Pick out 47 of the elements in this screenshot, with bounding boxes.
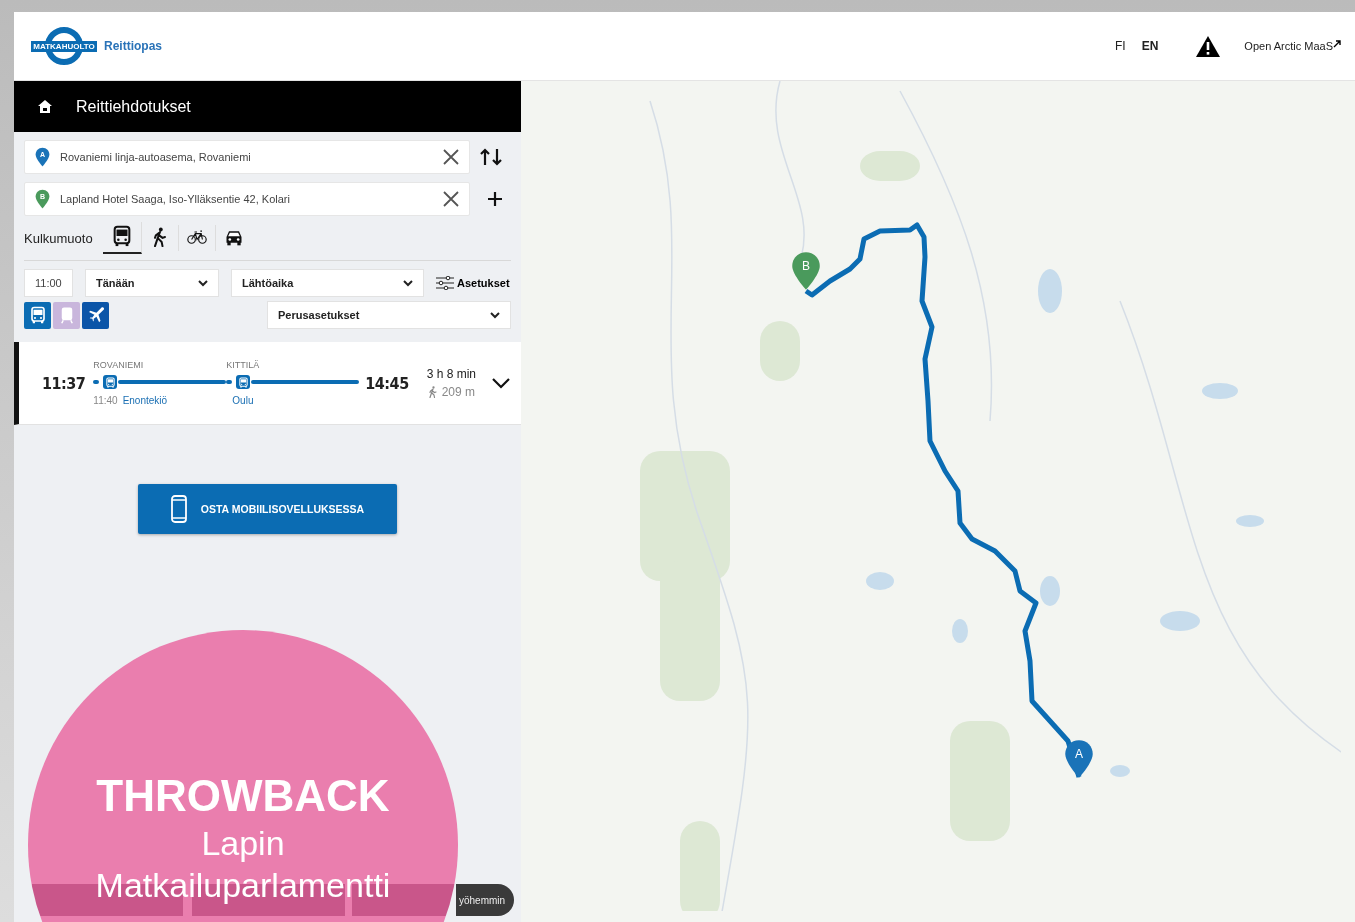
chevron-icon bbox=[490, 311, 500, 319]
panel-title: Reittiehdotukset bbox=[76, 97, 191, 116]
time-type-dropdown[interactable]: Lähtöaika bbox=[231, 269, 424, 297]
chevron-icon bbox=[403, 279, 413, 287]
route-name[interactable]: Oulu bbox=[226, 395, 254, 406]
sliders-icon bbox=[436, 276, 454, 290]
stop-name: ROVANIEMI bbox=[93, 360, 145, 372]
time-field[interactable]: 11:00 bbox=[24, 269, 73, 297]
buy-button[interactable]: OSTA MOBIILISOVELLUKSESSA bbox=[138, 484, 397, 534]
external-link[interactable]: Open Arctic MaaS bbox=[1244, 40, 1341, 52]
departure-time: 11:37 bbox=[42, 373, 86, 393]
walk-icon bbox=[426, 386, 439, 398]
add-icon[interactable] bbox=[488, 192, 502, 206]
bus-icon bbox=[28, 306, 47, 324]
bus-filter-button[interactable] bbox=[24, 301, 51, 329]
leg-time: 11:40 bbox=[93, 395, 118, 406]
marker-label: B bbox=[802, 259, 810, 275]
language-option[interactable]: FI bbox=[1115, 39, 1126, 53]
swap-icon[interactable] bbox=[480, 148, 502, 166]
badge-subtitle: Lapin bbox=[201, 823, 285, 864]
home-icon[interactable] bbox=[38, 100, 52, 113]
external-link-icon bbox=[1333, 40, 1341, 48]
mode-tab[interactable] bbox=[102, 222, 142, 254]
chevron-icon bbox=[198, 279, 208, 287]
language-option[interactable]: EN bbox=[1141, 39, 1159, 53]
warning-icon[interactable] bbox=[1196, 34, 1221, 58]
marker-label: A bbox=[1075, 747, 1083, 763]
stop-name: KITTILÄ bbox=[226, 360, 261, 372]
day-dropdown[interactable]: Tänään bbox=[85, 269, 219, 297]
clear-icon[interactable] bbox=[443, 191, 459, 207]
plane-filter-button[interactable] bbox=[82, 301, 109, 329]
phone-icon bbox=[170, 495, 187, 523]
settings-button[interactable]: Asetukset bbox=[436, 276, 510, 290]
clear-icon[interactable] bbox=[443, 149, 459, 165]
expand-icon[interactable] bbox=[492, 377, 510, 389]
route-name[interactable]: Enontekiö bbox=[122, 395, 168, 406]
badge-subtitle: Matkailuparlamentti bbox=[95, 865, 391, 906]
badge-title: THROWBACK bbox=[96, 770, 390, 822]
preset-dropdown[interactable]: Perusasetukset bbox=[267, 301, 511, 329]
duration: 3 h 8 min bbox=[426, 367, 476, 381]
arrival-time: 14:45 bbox=[365, 373, 409, 393]
itinerary-card[interactable]: 11:37 ROVANIEMI 11:40 Enontekiö KITTILÄ Oulu 14:45 3 h 8 min 209 m bbox=[14, 342, 521, 425]
later-button[interactable]: yöhemmin bbox=[456, 884, 514, 916]
logo-text: MATKAHUOLTO bbox=[31, 40, 97, 52]
app-name: Reittiopas bbox=[104, 39, 162, 53]
mode-label: Kulkumuoto bbox=[24, 230, 93, 246]
walk-distance: 209 m bbox=[441, 385, 475, 399]
